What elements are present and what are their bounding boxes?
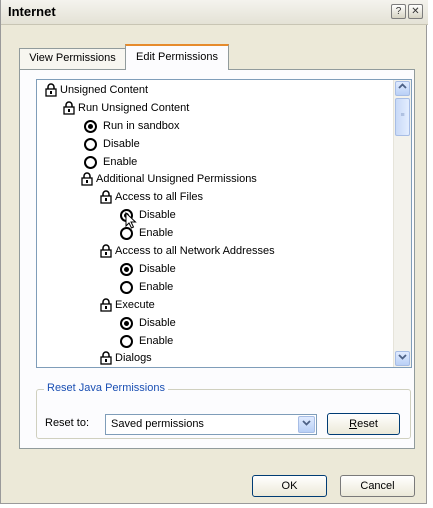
ok-button[interactable]: OK [252,475,327,497]
tree-item-additional-permissions[interactable]: Additional Unsigned Permissions [81,171,257,187]
lock-icon [100,351,112,365]
dropdown-button[interactable] [298,416,315,433]
radio-run-in-sandbox[interactable]: Run in sandbox [84,118,179,134]
radio-run-enable[interactable]: Enable [84,154,137,170]
reset-to-value: Saved permissions [111,418,204,430]
reset-button[interactable]: Reset [327,413,400,435]
radio-network-enable[interactable]: Enable [120,279,173,295]
radio-icon [84,119,97,133]
radio-icon [120,334,133,348]
reset-to-select[interactable]: Saved permissions [105,414,317,435]
radio-icon [120,316,133,330]
tree-item-access-network[interactable]: Access to all Network Addresses [100,243,275,259]
title-bar: Internet ? ✕ [1,0,428,25]
tree-item-label: Run Unsigned Content [78,102,190,114]
tree-item-label: Access to all Files [115,191,204,203]
tree-item-run-unsigned-content[interactable]: Run Unsigned Content [63,100,189,116]
tree-item-label: Dialogs [115,352,152,364]
radio-label: Disable [103,138,140,150]
radio-label: Disable [139,209,176,221]
radio-label: Disable [139,263,176,275]
chevron-down-icon [398,354,407,360]
tab-edit-permissions[interactable]: Edit Permissions [125,44,229,70]
radio-label: Enable [139,335,174,347]
radio-icon [120,262,133,276]
close-button[interactable]: ✕ [408,4,423,19]
radio-label: Run in sandbox [103,120,180,132]
reset-group-legend: Reset Java Permissions [44,382,168,394]
radio-label: Enable [139,227,174,239]
radio-icon [120,280,133,294]
scroll-thumb[interactable]: ≡ [395,98,410,136]
chevron-up-icon [398,83,407,89]
tree-item-dialogs[interactable]: Dialogs [100,350,152,366]
help-button[interactable]: ? [391,4,406,19]
tree-item-label: Unsigned Content [60,84,149,96]
radio-execute-disable[interactable]: Disable [120,315,176,331]
lock-icon [100,244,112,258]
permissions-tree[interactable]: Unsigned Content Run Unsigned Content Ru… [36,79,412,368]
lock-icon [100,298,112,312]
radio-execute-enable[interactable]: Enable [120,333,173,349]
radio-icon [84,155,97,169]
radio-label: Enable [103,156,138,168]
tree-item-label: Additional Unsigned Permissions [96,173,257,185]
mouse-cursor-icon [125,212,137,229]
chevron-down-icon [302,420,311,426]
scroll-down-button[interactable] [395,351,410,366]
lock-icon [81,172,93,186]
tree-item-execute[interactable]: Execute [100,297,155,313]
radio-label: Disable [139,317,176,329]
tree-item-label: Access to all Network Addresses [115,245,275,257]
radio-run-disable[interactable]: Disable [84,136,140,152]
reset-to-label: Reset to: [45,417,90,429]
vertical-scrollbar[interactable]: ≡ [393,80,411,367]
tree-item-label: Execute [115,299,155,311]
lock-icon [45,83,57,97]
tree-item-access-files[interactable]: Access to all Files [100,189,203,205]
lock-icon [100,190,112,204]
window-title: Internet [8,4,56,19]
tree-item-unsigned-content[interactable]: Unsigned Content [45,82,148,98]
radio-network-disable[interactable]: Disable [120,261,176,277]
radio-label: Enable [139,281,174,293]
scroll-up-button[interactable] [395,81,410,96]
lock-icon [63,101,75,115]
cancel-button[interactable]: Cancel [340,475,415,497]
tab-view-permissions[interactable]: View Permissions [19,48,126,69]
radio-icon [84,137,97,151]
